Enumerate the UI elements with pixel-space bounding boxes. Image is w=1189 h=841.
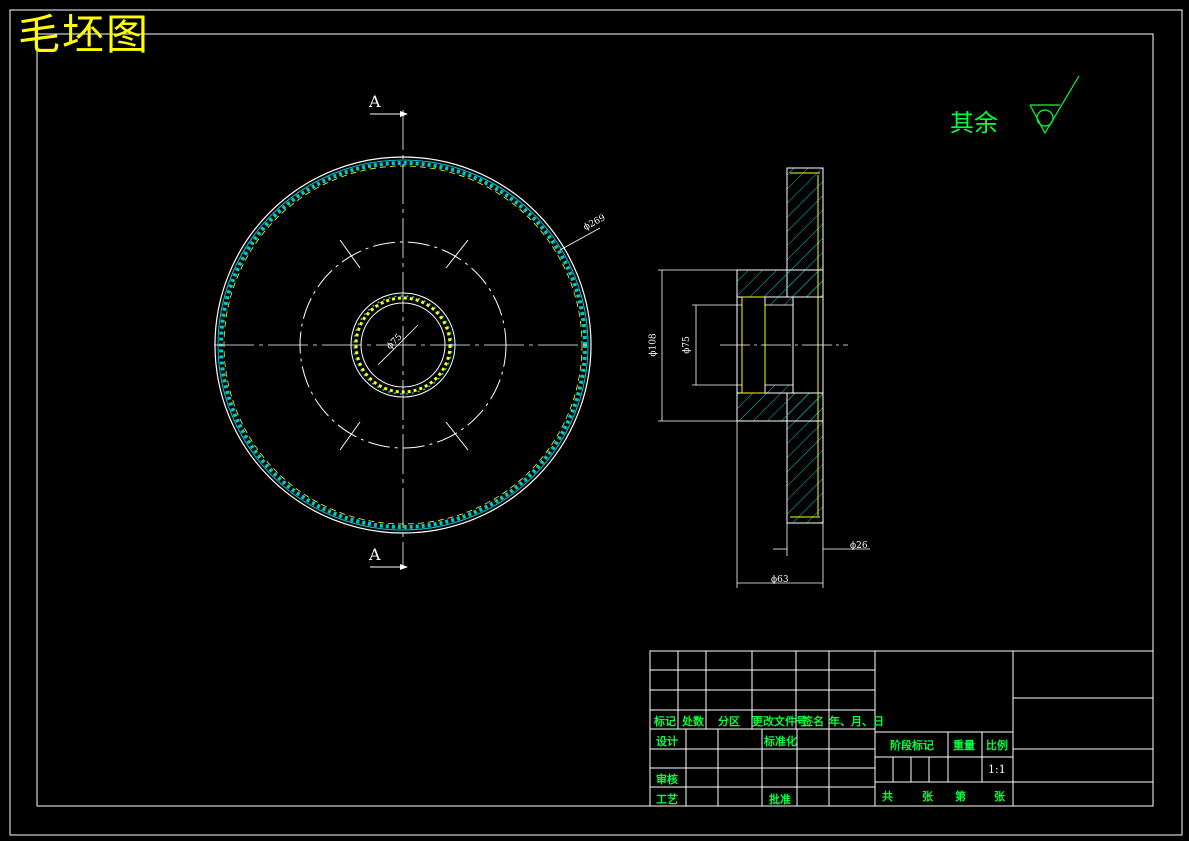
dim-thickness: ϕ26 [850, 541, 868, 551]
tb-total: 共 [882, 790, 893, 803]
tb-approve: 批准 [769, 793, 791, 806]
tb-design: 设计 [656, 735, 678, 748]
drawing-canvas [9, 9, 1183, 836]
surface-note: 其余 [950, 109, 998, 137]
dim-bore-diameter: ϕ75 [681, 336, 692, 354]
tb-stage-mark: 阶段标记 [890, 739, 934, 752]
roughness-symbol [1029, 75, 1080, 135]
tb-scale: 比例 [986, 739, 1008, 752]
tb-sheets: 张 [922, 790, 933, 803]
tb-header-sign: 签名 [802, 715, 824, 728]
dim-hub-length: ϕ63 [771, 575, 789, 585]
tb-header-zone: 分区 [718, 715, 740, 728]
tb-header-date: 年、月、日 [829, 715, 884, 728]
outer-frame [9, 9, 1183, 836]
drawing-title: 毛坯图 [18, 10, 151, 59]
tb-standardization: 标准化 [764, 735, 797, 748]
tb-header-count: 处数 [682, 715, 704, 728]
section-label-bottom: A [369, 545, 381, 564]
section-label-top: A [369, 92, 381, 111]
tb-sheet-no: 第 [955, 790, 966, 803]
tb-scale-value: 1:1 [988, 763, 1006, 776]
tb-header-change-doc: 更改文件号 [752, 715, 807, 728]
front-view [214, 110, 601, 570]
tb-process: 工艺 [656, 793, 678, 806]
tb-review: 审核 [656, 773, 678, 786]
inner-frame [36, 33, 1154, 807]
tb-header-mark: 标记 [654, 715, 676, 728]
tb-weight: 重量 [953, 739, 975, 752]
dim-flange-diameter: ϕ108 [648, 333, 659, 357]
tb-sheet-unit: 张 [994, 790, 1005, 803]
section-view [658, 167, 870, 588]
